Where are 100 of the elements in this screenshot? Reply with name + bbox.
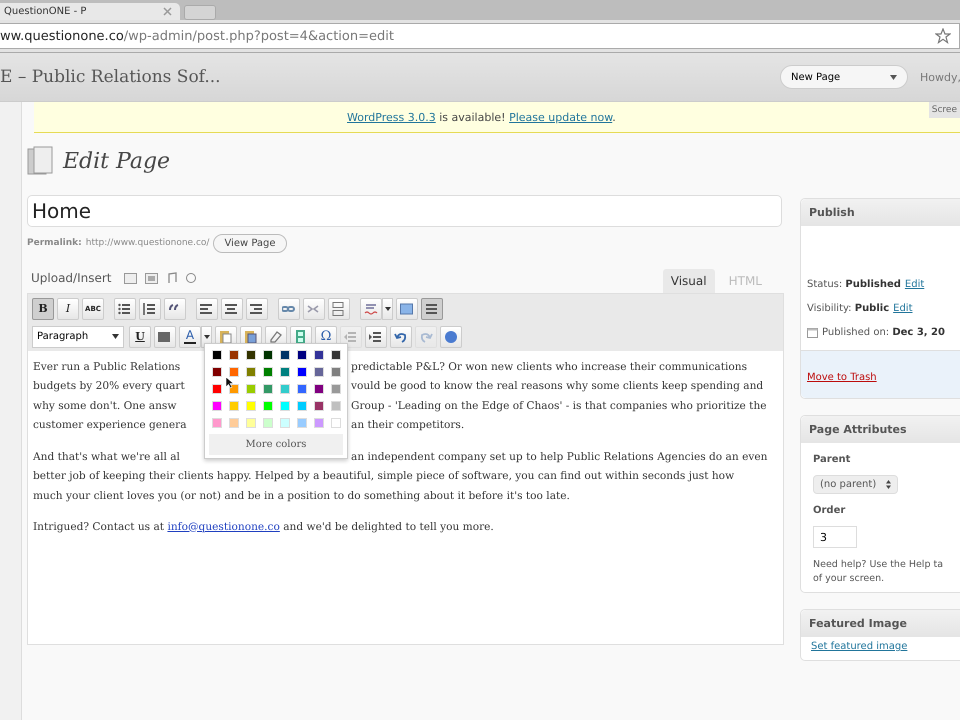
color-swatch[interactable] <box>296 401 306 411</box>
link-button[interactable] <box>278 298 300 320</box>
numbered-list-button[interactable] <box>139 298 161 320</box>
url-path: /wp-admin/post.php?post=4&action=edit <box>124 28 395 44</box>
upload-insert-label: Upload/Insert <box>31 271 112 285</box>
parent-select[interactable]: (no parent) <box>813 475 898 494</box>
address-field[interactable]: ww.questionone.co/wp-admin/post.php?post=4&action=edit <box>0 23 960 49</box>
editor-tab[interactable]: Visual <box>662 269 715 293</box>
version-link[interactable]: WordPress 3.0.3 <box>347 110 436 124</box>
align-right-button[interactable] <box>246 298 268 320</box>
color-swatch[interactable] <box>228 367 238 377</box>
format-dropdown[interactable]: Paragraph <box>32 326 124 348</box>
color-swatch[interactable] <box>262 418 272 428</box>
color-swatch[interactable] <box>314 401 324 411</box>
color-swatch[interactable] <box>262 350 272 360</box>
browser-tab[interactable]: QuestionONE - P <box>0 3 180 20</box>
color-swatch[interactable] <box>330 367 340 377</box>
color-swatch[interactable] <box>246 350 256 360</box>
color-swatch[interactable] <box>296 367 306 377</box>
color-swatch[interactable] <box>262 367 272 377</box>
bulleted-list-button[interactable] <box>114 298 136 320</box>
color-swatch[interactable] <box>212 367 222 377</box>
bold-button[interactable]: B <box>32 298 54 320</box>
color-swatch[interactable] <box>228 418 238 428</box>
paste-word-icon <box>244 330 258 344</box>
email-link[interactable]: info@questionone.co <box>167 520 280 532</box>
color-swatch[interactable] <box>330 418 340 428</box>
permalink-url: http://www.questionone.co/ <box>86 238 210 248</box>
text-color-button[interactable]: A <box>179 326 201 348</box>
color-swatch[interactable] <box>262 401 272 411</box>
color-swatch[interactable] <box>314 350 324 360</box>
fullscreen-button[interactable] <box>396 298 418 320</box>
page-heading: Edit Page <box>63 148 170 174</box>
color-swatch[interactable] <box>330 384 340 394</box>
blockquote-button[interactable] <box>164 298 186 320</box>
underline-button[interactable]: U <box>129 326 151 348</box>
trash-link[interactable]: Move to Trash <box>807 372 877 383</box>
color-swatch[interactable] <box>280 384 290 394</box>
justify-icon <box>158 330 172 344</box>
color-swatch[interactable] <box>228 401 238 411</box>
color-swatch[interactable] <box>280 350 290 360</box>
color-swatch[interactable] <box>246 418 256 428</box>
view-page-button[interactable]: View Page <box>213 234 287 252</box>
caret-icon <box>204 334 210 338</box>
color-swatch[interactable] <box>296 418 306 428</box>
color-swatch[interactable] <box>246 367 256 377</box>
color-swatch[interactable] <box>280 418 290 428</box>
caret-icon <box>384 306 390 310</box>
site-title[interactable]: E – Public Relations Sof... <box>0 67 221 87</box>
dropdown-arrow-button[interactable] <box>382 298 393 320</box>
color-swatch[interactable] <box>228 350 238 360</box>
update-link[interactable]: Please update now <box>509 110 612 124</box>
color-swatch[interactable] <box>330 401 340 411</box>
featured-image-link[interactable]: Set featured image <box>811 641 908 652</box>
title-field[interactable]: Home <box>27 195 782 227</box>
color-swatch[interactable] <box>314 418 324 428</box>
caret-icon <box>112 334 119 339</box>
permalink-label: Permalink: <box>27 238 82 248</box>
star-icon <box>935 28 951 44</box>
color-swatch[interactable] <box>314 384 324 394</box>
edit-link[interactable]: Edit <box>904 278 924 290</box>
body-text: budgets by 20% every quart <box>33 380 186 392</box>
more-tag-button[interactable] <box>328 298 350 320</box>
color-swatch[interactable] <box>212 350 222 360</box>
new-page-dropdown[interactable]: New Page <box>780 65 908 89</box>
indent-button[interactable] <box>365 326 387 348</box>
spelling-button[interactable] <box>360 298 382 320</box>
undo-button[interactable] <box>390 326 412 348</box>
color-swatch[interactable] <box>330 350 340 360</box>
color-swatch[interactable] <box>296 350 306 360</box>
align-left-icon <box>200 302 214 316</box>
update-message: WordPress 3.0.3 is available! Please update now. <box>346 110 617 124</box>
screen-options-tab[interactable]: Scree <box>928 102 960 118</box>
align-left-button[interactable] <box>196 298 218 320</box>
justify-button[interactable] <box>154 326 176 348</box>
color-swatch[interactable] <box>246 384 256 394</box>
italic-button[interactable]: I <box>57 298 79 320</box>
close-icon <box>163 7 172 16</box>
more-tag-icon <box>332 302 346 316</box>
color-swatch[interactable] <box>212 384 222 394</box>
image-icon <box>124 272 137 284</box>
order-field[interactable]: 3 <box>813 526 857 548</box>
color-swatch[interactable] <box>314 367 324 377</box>
color-swatch[interactable] <box>212 418 222 428</box>
kitchen-sink-button[interactable] <box>421 298 443 320</box>
align-center-button[interactable] <box>221 298 243 320</box>
unlink-button[interactable] <box>303 298 325 320</box>
more-colors-button[interactable]: More colors <box>209 434 343 455</box>
color-swatch[interactable] <box>212 401 222 411</box>
edit-link[interactable]: Edit <box>893 302 912 314</box>
body-text: predictable P&L? Or won new clients who increase their communications <box>351 360 748 373</box>
meta-text: Status: Published <box>807 278 901 290</box>
box-heading: Featured Image <box>801 610 960 637</box>
color-swatch[interactable] <box>296 384 306 394</box>
color-swatch[interactable] <box>280 401 290 411</box>
help-button[interactable] <box>440 326 462 348</box>
meta-text: Visibility: Public <box>807 302 890 314</box>
color-swatch[interactable] <box>262 384 272 394</box>
color-swatch[interactable] <box>280 367 290 377</box>
color-swatch[interactable] <box>246 401 256 411</box>
